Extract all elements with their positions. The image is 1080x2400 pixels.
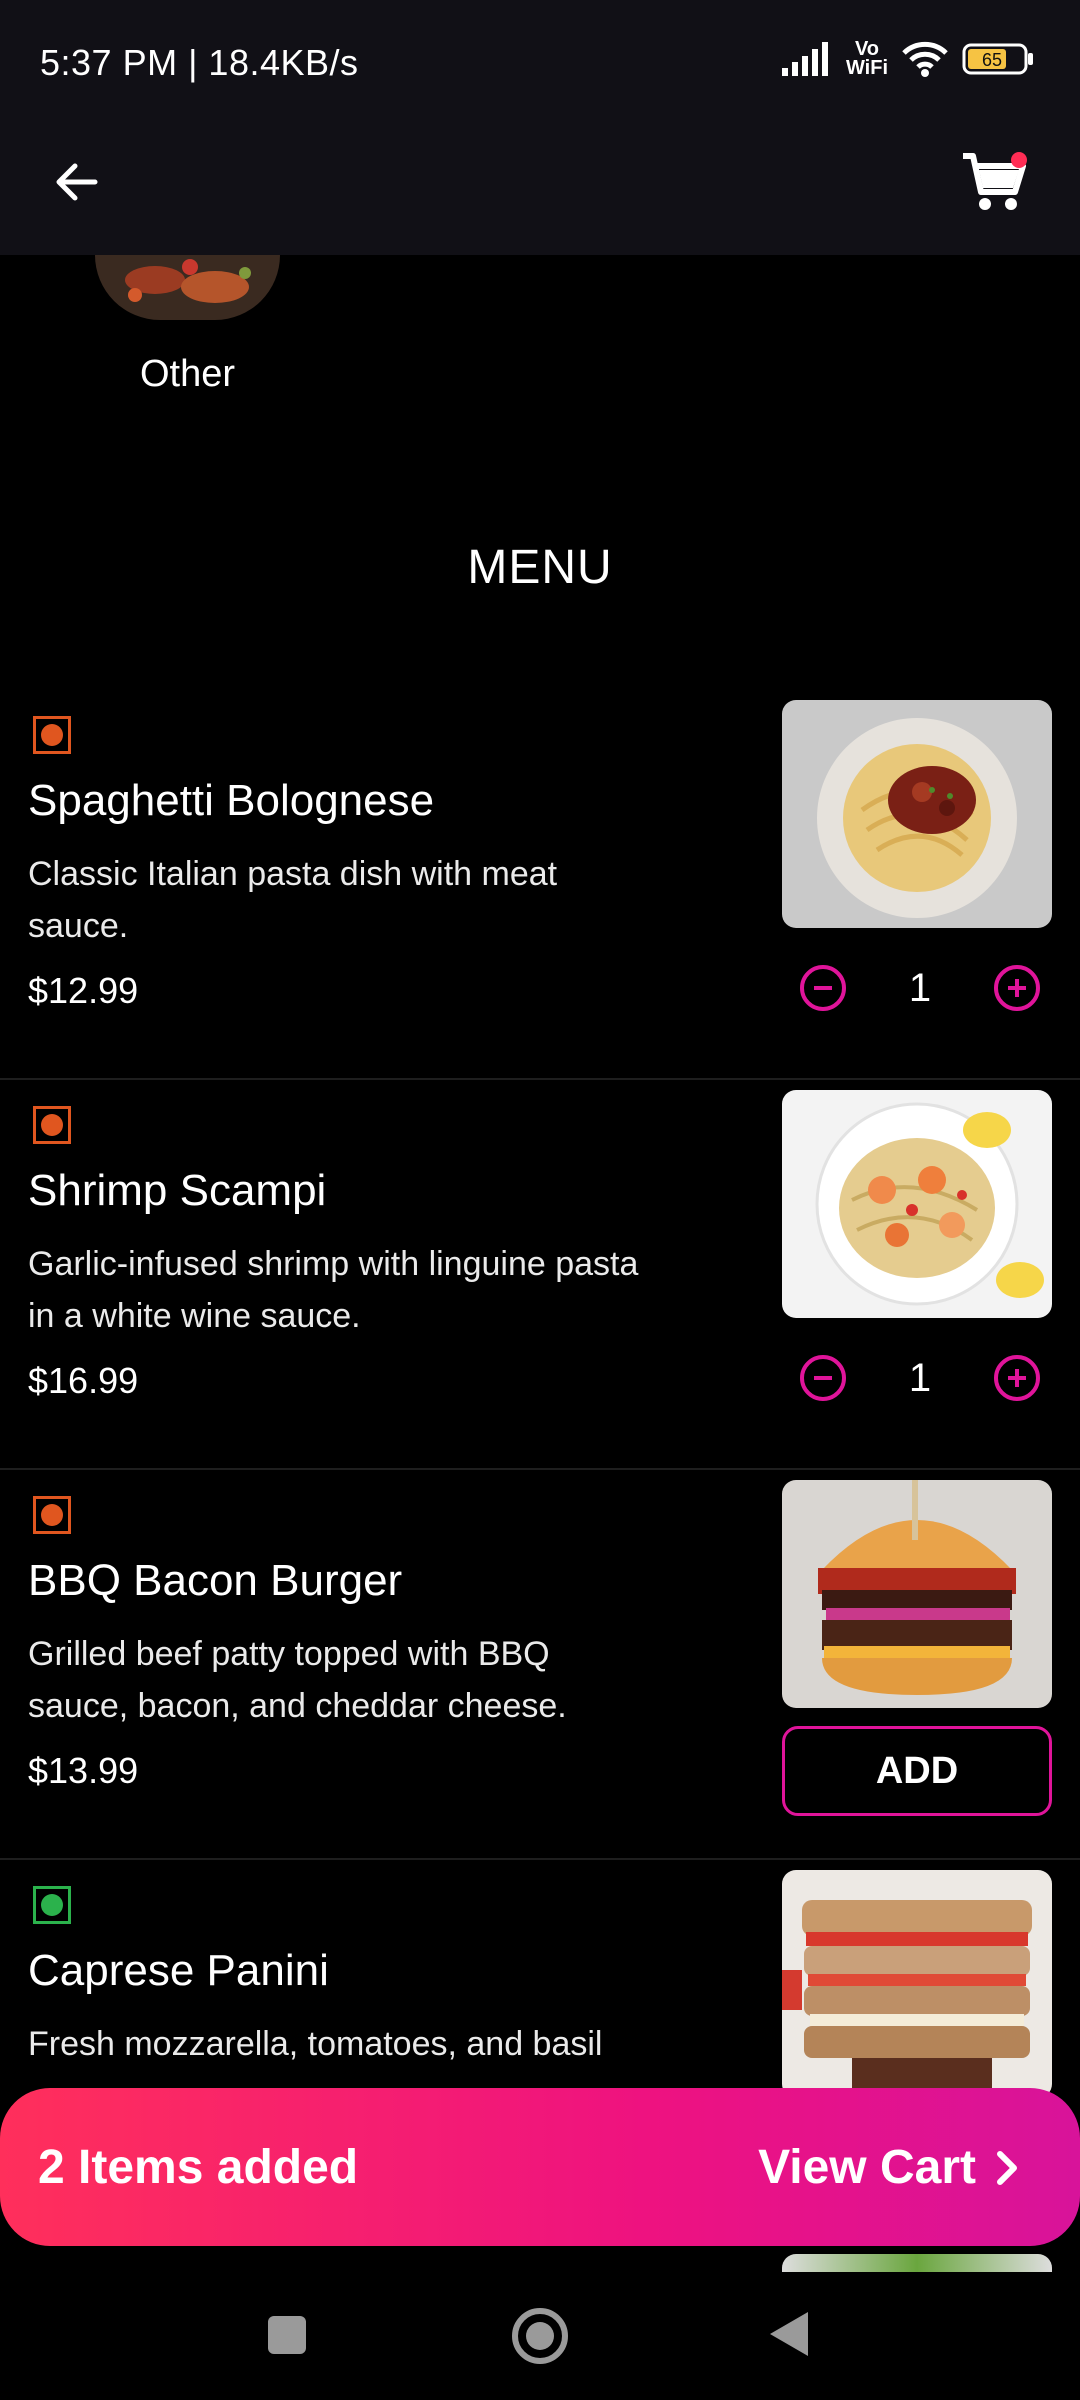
increase-button[interactable] — [994, 1355, 1040, 1401]
cart-button[interactable] — [955, 142, 1035, 222]
item-name: Shrimp Scampi — [28, 1166, 327, 1215]
category-other[interactable]: Other — [95, 255, 280, 395]
quantity-stepper: 1 — [800, 958, 1040, 1018]
items-added-text: 2 Items added — [38, 2141, 359, 2194]
item-name: Caprese Panini — [28, 1946, 329, 1995]
item-name: Spaghetti Bolognese — [28, 776, 435, 825]
wifi-icon — [902, 41, 948, 77]
system-back-button[interactable] — [770, 2312, 808, 2356]
nonveg-indicator-icon — [33, 1106, 71, 1144]
status-time: 5:37 PM | 18.4KB/s — [40, 42, 359, 83]
item-image — [782, 700, 1052, 928]
add-button[interactable]: ADD — [782, 1726, 1052, 1816]
item-description: Classic Italian pasta dish with meat sau… — [28, 855, 558, 945]
item-description: Grilled beef patty topped with BBQ sauce… — [28, 1635, 567, 1725]
increase-button[interactable] — [994, 965, 1040, 1011]
nonveg-indicator-icon — [33, 1496, 71, 1534]
veg-indicator-icon — [33, 1886, 71, 1924]
vowifi-icon: Vo WiFi — [845, 38, 888, 79]
item-price: $12.99 — [28, 970, 139, 1011]
quantity-value: 1 — [908, 1355, 932, 1400]
menu-item: BBQ Bacon Burger Grilled beef patty topp… — [0, 1468, 1080, 1860]
system-nav-bar — [0, 2272, 1080, 2400]
back-button[interactable] — [45, 150, 109, 214]
view-cart-label: View Cart — [758, 2141, 976, 2194]
category-image — [95, 255, 280, 320]
plus-icon — [1008, 979, 1026, 997]
chevron-right-icon — [997, 2150, 1017, 2185]
minus-icon — [814, 986, 832, 990]
cart-notification-dot — [1011, 152, 1027, 168]
menu-item: Spaghetti Bolognese Classic Italian past… — [0, 688, 1080, 1080]
arrow-left-icon — [56, 163, 98, 201]
battery-icon: 65 — [962, 43, 1033, 75]
status-icons: Vo WiFi 65 — [781, 38, 1034, 79]
menu-title: MENU — [467, 541, 613, 594]
item-name: BBQ Bacon Burger — [28, 1556, 403, 1605]
view-cart-button[interactable]: View Cart — [758, 2140, 1020, 2195]
status-bar: 5:37 PM | 18.4KB/s Vo WiFi 65 — [0, 0, 1080, 130]
item-image — [782, 1480, 1052, 1708]
item-price: $13.99 — [28, 1750, 139, 1791]
item-image — [782, 1870, 1052, 2098]
decrease-button[interactable] — [800, 965, 846, 1011]
next-item-image — [782, 2254, 1052, 2272]
nonveg-indicator-icon — [33, 716, 71, 754]
app-bar — [0, 130, 1080, 255]
category-label: Other — [139, 353, 236, 395]
minus-icon — [814, 1376, 832, 1380]
item-price: $16.99 — [28, 1360, 139, 1401]
item-image — [782, 1090, 1052, 1318]
quantity-value: 1 — [908, 965, 932, 1010]
item-description: Fresh mozzarella, tomatoes, and basil — [28, 2025, 603, 2063]
svg-text:65: 65 — [982, 50, 1002, 70]
item-description: Garlic-infused shrimp with linguine past… — [28, 1245, 639, 1335]
quantity-stepper: 1 — [800, 1348, 1040, 1408]
recents-button[interactable] — [268, 2316, 306, 2354]
plus-icon — [1008, 1369, 1026, 1387]
home-button[interactable] — [512, 2308, 568, 2364]
menu-item: Shrimp Scampi Garlic-infused shrimp with… — [0, 1078, 1080, 1470]
signal-icon — [781, 42, 828, 76]
decrease-button[interactable] — [800, 1355, 846, 1401]
view-cart-bar[interactable]: 2 Items added View Cart — [0, 2088, 1080, 2246]
